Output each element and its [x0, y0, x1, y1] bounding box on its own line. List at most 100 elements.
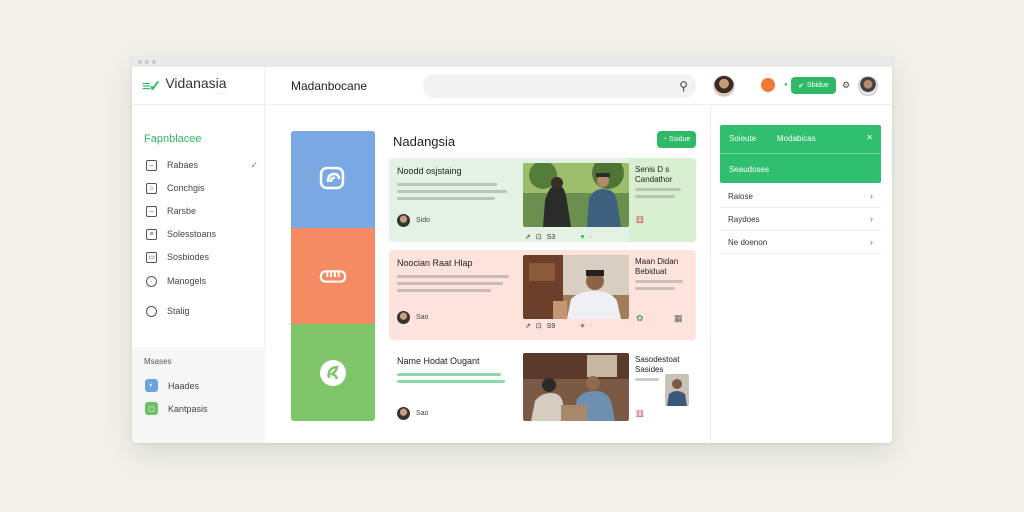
sidebar-title: Fapnblacee	[144, 133, 202, 145]
side-title: Maan Didan Bebiduat	[635, 257, 679, 276]
card-side-panel: Sasodestoat Sasides ⚅	[629, 348, 696, 428]
post-card[interactable]: Noodd osjstaing Sido ⇗ ⊡ S3 ♥ · Senis D …	[389, 158, 696, 242]
post-photo[interactable]	[523, 353, 629, 421]
sidebar-bottom-section: Msases ◐ Haades ▢ Kantpasis	[132, 347, 265, 443]
window-dot[interactable]	[145, 60, 149, 64]
heart-icon[interactable]: ♥	[580, 234, 584, 241]
rail-item-leaf[interactable]	[291, 324, 375, 421]
clock-icon: ·	[146, 275, 157, 287]
sidebar-item-label: Rabaes	[167, 160, 199, 170]
chevron-right-icon: ›	[870, 237, 873, 247]
chevron-right-icon: ›	[870, 214, 873, 224]
qr-code-icon[interactable]: ▦	[674, 313, 683, 324]
panel-row[interactable]: Raydoes ›	[720, 208, 881, 231]
search-icon[interactable]: ⚲	[679, 79, 688, 93]
side-title: Sasodestoat Sasides	[635, 355, 680, 374]
notification-card[interactable]: Soieute Modabicas ✕ Seaudoses	[720, 125, 881, 183]
app-tagline: ...........	[214, 90, 227, 95]
right-panel: Soieute Modabicas ✕ Seaudoses Raiose › R…	[710, 105, 892, 443]
rail-item-handshake[interactable]	[291, 227, 375, 325]
text-line	[635, 195, 675, 199]
card-title: Noocian Raat Hlap	[397, 258, 473, 268]
logo-icon: ≡✓	[142, 77, 161, 95]
stat-count: S3	[546, 233, 556, 241]
text-line	[397, 197, 495, 200]
card-title: Name Hodat Ougant	[397, 356, 480, 366]
panel-row-label: Raydoes	[728, 214, 760, 224]
card-author[interactable]: Sao	[397, 407, 428, 420]
rail-item-chat[interactable]	[291, 131, 375, 228]
sidebar-item-kantpasis[interactable]: ▢ Kantpasis	[145, 402, 208, 415]
sidebar-item-rarsbe[interactable]: – Rarsbe	[146, 203, 258, 219]
bookmark-icon[interactable]: ⊡	[536, 233, 542, 241]
plant-icon[interactable]: ✿	[636, 313, 644, 324]
bookmark-icon[interactable]: ⊡	[536, 322, 542, 330]
square-icon: –	[146, 159, 157, 171]
page-title: Madanbocane	[291, 78, 368, 93]
title-bar	[132, 57, 892, 67]
avatar[interactable]	[713, 75, 735, 97]
search-input[interactable]: ⚲	[423, 74, 696, 98]
side-photo[interactable]	[665, 374, 689, 406]
window-dot[interactable]	[138, 60, 142, 64]
author-name: Sido	[416, 217, 431, 224]
text-line	[635, 378, 659, 382]
notification-subtitle: Seaudoses	[729, 165, 770, 174]
sidebar-item-rabaes[interactable]: – Rabaes ✓	[146, 157, 258, 173]
close-icon[interactable]: ✕	[866, 133, 873, 142]
check-icon: ✓	[250, 159, 258, 170]
post-photo[interactable]	[523, 163, 629, 227]
top-action-button[interactable]: ✔ Sbidue	[791, 77, 836, 94]
card-side-panel: Maan Didan Bebiduat ✿ ▦	[629, 250, 696, 340]
app-name: Vidanasia	[165, 75, 227, 91]
notification-label: Soieute	[729, 134, 757, 143]
post-card[interactable]: Noocian Raat Hlap Sao ⇗ ⊡ S9 ♥ · Maan Di…	[389, 250, 696, 340]
app-window: ≡✓ Vidanasia ........... Madanbocane ⚲ ●…	[132, 57, 892, 443]
sidebar-item-label: Manogels	[167, 276, 207, 286]
card-actions: ⇗ ⊡ S9 ♥ ·	[525, 322, 592, 331]
gift-icon[interactable]: ⚅	[636, 409, 644, 420]
more-icon[interactable]: ·	[589, 323, 591, 330]
notification-icon[interactable]	[761, 78, 775, 92]
gear-icon[interactable]: ⚙	[842, 80, 850, 91]
card-author[interactable]: Sao	[397, 311, 428, 324]
feed-action-button[interactable]: ◔ Ssidue	[657, 131, 696, 148]
leaf-icon: ▢	[145, 402, 158, 415]
heart-icon[interactable]: ♥	[580, 323, 584, 330]
sidebar-item-label: Kantpasis	[168, 403, 208, 414]
text-line	[397, 282, 503, 285]
avatar	[397, 214, 410, 227]
sidebar-item-stalig[interactable]: Stalig	[146, 303, 258, 319]
card-side-panel: Senis D s Candathor ⚅	[629, 158, 696, 242]
brand[interactable]: ≡✓ Vidanasia ...........	[132, 67, 265, 104]
sidebar-item-manogels[interactable]: · Manogels	[146, 273, 258, 289]
post-card[interactable]: Name Hodat Ougant Sao Sasodestoat Saside…	[389, 348, 696, 428]
text-line	[397, 289, 491, 292]
user-avatar[interactable]	[858, 76, 878, 96]
card-author[interactable]: Sido	[397, 214, 430, 227]
share-icon[interactable]: ⇗	[525, 233, 531, 241]
sidebar-item-sosbiodes[interactable]: ▭ Sosbiodes	[146, 249, 258, 265]
panel-row-label: Raiose	[728, 191, 753, 201]
panel-row[interactable]: Ne doenon ›	[720, 231, 881, 254]
square-icon: ≡	[146, 228, 157, 240]
sidebar-item-label: Conchgis	[167, 183, 205, 193]
stat-count: S9	[546, 322, 556, 330]
sidebar-item-label: Solesstoans	[167, 229, 217, 239]
post-photo[interactable]	[523, 255, 629, 319]
gift-icon[interactable]: ⚅	[636, 215, 644, 226]
check-icon: ✔	[798, 82, 805, 90]
sidebar-item-solesstoans[interactable]: ≡ Solesstoans	[146, 226, 258, 242]
sidebar-item-label: Rarsbe	[167, 206, 197, 216]
share-icon[interactable]: ⇗	[525, 322, 531, 330]
window-dot[interactable]	[152, 60, 156, 64]
card-actions: ⇗ ⊡ S3 ♥ ·	[525, 233, 592, 242]
circle-icon	[146, 305, 157, 317]
author-name: Sao	[416, 410, 429, 417]
sidebar-item-haades[interactable]: ◐ Haades	[145, 379, 199, 392]
sidebar-item-conchgis[interactable]: ⌂ Conchgis	[146, 180, 258, 196]
panel-row[interactable]: Raiose ›	[720, 185, 881, 208]
card-title: Noodd osjstaing	[397, 166, 462, 176]
notification-value: Modabicas	[777, 134, 816, 143]
more-icon[interactable]: ·	[589, 234, 591, 241]
